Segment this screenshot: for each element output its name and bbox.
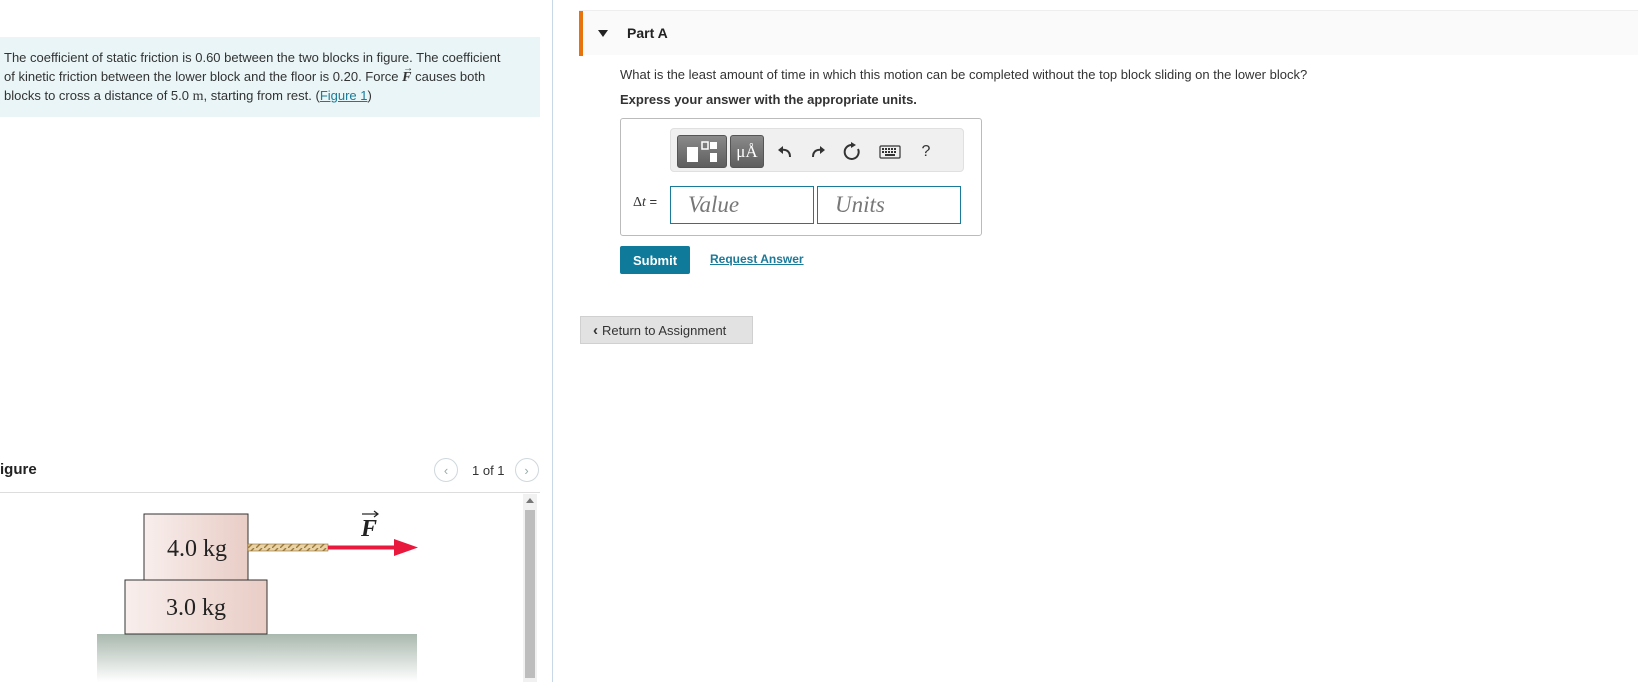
pager-count: 1 of 1 [472, 462, 505, 478]
top-block-label: 4.0 kg [167, 536, 227, 562]
figure-title: igure [0, 461, 37, 478]
math-toolbar: μÅ ? [670, 128, 964, 172]
keyboard-icon [879, 144, 901, 159]
force-label: F [360, 516, 377, 542]
pane-divider[interactable] [552, 0, 553, 682]
problem-statement: The coefficient of static friction is 0.… [0, 37, 540, 117]
units-symbols-button[interactable]: μÅ [730, 135, 764, 168]
part-title: Part A [627, 25, 668, 41]
templates-icon [687, 140, 717, 162]
keyboard-button[interactable] [877, 135, 903, 168]
part-accent-bar [579, 11, 583, 56]
next-figure-button[interactable]: › [514, 458, 539, 482]
answer-box: μÅ ? Δt = [620, 118, 982, 236]
problem-text-4: ) [367, 88, 372, 103]
question-text: What is the least amount of time in whic… [620, 67, 1308, 82]
submit-button[interactable]: Submit [620, 246, 690, 274]
floor [97, 634, 417, 682]
reset-button[interactable] [839, 135, 865, 168]
chevron-left-icon: ‹ [593, 321, 598, 339]
problem-pane: The coefficient of static friction is 0.… [0, 0, 540, 682]
undo-button[interactable] [774, 135, 796, 168]
unit-meter: m [192, 89, 204, 104]
figure-header: igure ‹ 1 of 1 › [0, 457, 540, 493]
caret-down-icon[interactable] [598, 30, 608, 37]
scrollbar-thumb[interactable] [525, 510, 535, 678]
value-input[interactable] [670, 186, 814, 224]
bottom-block-label: 3.0 kg [166, 595, 226, 621]
units-input[interactable] [817, 186, 961, 224]
mu-angstrom-icon: μÅ [736, 141, 758, 161]
return-to-assignment-button[interactable]: ‹ Return to Assignment [580, 316, 753, 344]
chevron-right-icon: › [524, 462, 529, 478]
help-button[interactable]: ? [917, 135, 935, 168]
problem-text-3: , starting from rest. ( [203, 88, 320, 103]
return-label: Return to Assignment [602, 322, 727, 338]
previous-figure-button[interactable]: ‹ [434, 458, 458, 482]
templates-button[interactable] [677, 135, 727, 168]
figure-image: 4.0 kg 3.0 kg F [0, 494, 520, 682]
redo-icon [812, 145, 825, 157]
question-mark-icon: ? [921, 142, 931, 160]
force-arrow-head [394, 539, 418, 556]
reset-icon [843, 141, 860, 160]
request-answer-link[interactable]: Request Answer [710, 252, 804, 266]
part-a-header[interactable]: Part A [579, 10, 1638, 56]
instruction-text: Express your answer with the appropriate… [620, 92, 917, 107]
delta-t-label: Δt = [633, 194, 658, 210]
scroll-up-arrow-icon[interactable] [526, 498, 534, 503]
redo-button[interactable] [807, 135, 829, 168]
rope [247, 543, 329, 552]
figure-pager: ‹ 1 of 1 › [434, 457, 539, 483]
force-symbol: → F [402, 63, 413, 88]
figure-link[interactable]: Figure 1 [320, 88, 368, 103]
undo-icon [778, 145, 791, 157]
vector-arrow-icon: → [403, 62, 414, 74]
figure-scrollbar[interactable] [523, 494, 537, 682]
chevron-left-icon: ‹ [443, 462, 449, 478]
blocks-diagram: 4.0 kg 3.0 kg F [97, 510, 418, 682]
